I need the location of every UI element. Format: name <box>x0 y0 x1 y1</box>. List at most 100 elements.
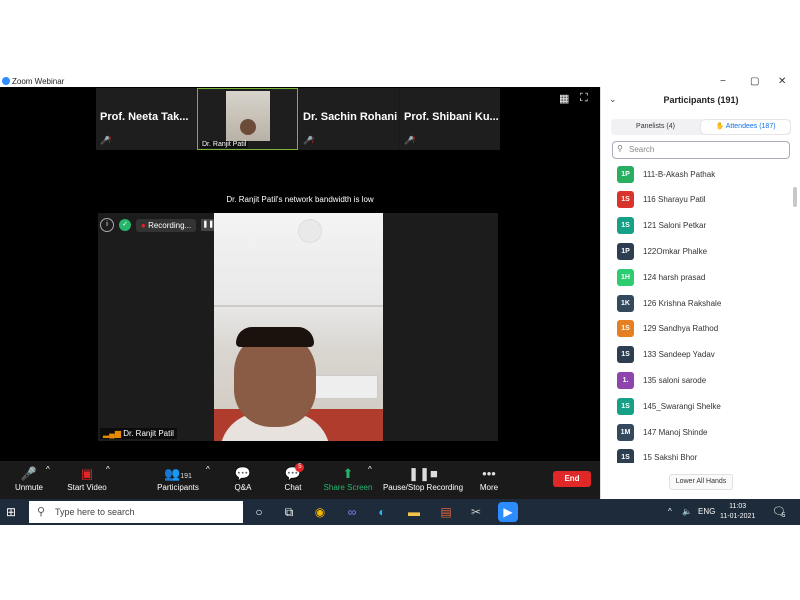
gallery-tile[interactable]: Prof. Shibani Ku... 🎤̸ <box>400 88 500 150</box>
gallery-tile[interactable]: Dr. Sachin Rohani 🎤̸ <box>299 88 399 150</box>
participants-icon: 👥191 <box>164 466 192 481</box>
minimize-button[interactable]: − <box>720 76 726 87</box>
attendee-name: 129 Sandhya Rathod <box>643 324 719 334</box>
notification-count: 5 <box>782 513 786 519</box>
share-options-chevron-icon[interactable]: ^ <box>368 465 372 474</box>
attendee-name: 116 Sharayu Patil <box>643 195 706 205</box>
avatar: 1S <box>617 346 634 364</box>
tile-name: Dr. Sachin Rohani <box>303 111 398 123</box>
infinity-app-icon[interactable]: ∞ <box>342 502 362 522</box>
tile-name: Prof. Shibani Ku... <box>404 111 499 123</box>
unmute-button[interactable]: 🎤 Unmute <box>10 465 48 492</box>
maximize-button[interactable]: ▢ <box>750 76 759 87</box>
video-area: Prof. Neeta Tak... 🎤̸ Dr. Ranjit Patil D… <box>0 87 600 461</box>
avatar: 1. <box>617 371 634 389</box>
avatar: 1S <box>617 449 634 463</box>
shield-icon[interactable]: ✓ <box>119 219 131 231</box>
meeting-toolbar: 🎤 Unmute ^ ▣ Start Video ^ 👥191 Particip… <box>0 461 600 499</box>
participant-tabs: Panelists (4) ✋ Attendees (187) <box>611 119 791 135</box>
snipping-tool-icon[interactable]: ✂ <box>466 502 486 522</box>
end-button[interactable]: End <box>553 471 591 487</box>
start-video-button[interactable]: ▣ Start Video <box>64 465 110 492</box>
attendee-name: 126 Krishna Rakshale <box>643 298 722 308</box>
gallery-tile[interactable]: Prof. Neeta Tak... 🎤̸ <box>96 88 196 150</box>
more-button[interactable]: ••• More <box>474 465 504 492</box>
zoom-logo-icon <box>2 77 10 85</box>
video-options-chevron-icon[interactable]: ^ <box>106 465 110 474</box>
search-input[interactable]: ⚲ Search <box>612 141 790 159</box>
main-video: i ✓ ● Recording... ❚❚ ■ ▂▄▆ Dr. <box>98 213 498 441</box>
list-item[interactable]: 1K 126 Krishna Rakshale <box>617 294 721 312</box>
info-icon[interactable]: i <box>100 218 114 232</box>
qa-button[interactable]: 💬 Q&A <box>228 465 258 492</box>
raised-hand-icon: ✋ <box>715 123 725 130</box>
audio-options-chevron-icon[interactable]: ^ <box>46 465 50 474</box>
recording-indicator: ● Recording... <box>136 218 197 232</box>
pause-stop-icon: ❚❚■ <box>408 466 438 481</box>
chat-button[interactable]: 💬 5 Chat <box>278 463 308 492</box>
participants-button[interactable]: 👥191 Participants <box>155 465 201 492</box>
list-item[interactable]: 1S 129 Sandhya Rathod <box>617 320 718 338</box>
gallery-view-icon[interactable]: ▦ <box>559 92 569 105</box>
zoom-window: Zoom Webinar − ▢ ✕ Prof. Neeta Tak... 🎤̸… <box>0 76 800 525</box>
pause-stop-recording-button[interactable]: ❚❚■ Pause/Stop Recording <box>382 465 464 492</box>
recording-label: Recording... <box>148 220 192 230</box>
avatar: 1P <box>617 165 634 183</box>
attendee-name: 133 Sandeep Yadav <box>643 350 715 360</box>
gallery-tile-active[interactable]: Dr. Ranjit Patil <box>197 88 298 150</box>
list-item[interactable]: 1S 116 Sharayu Patil <box>617 191 706 209</box>
avatar: 1K <box>617 294 634 312</box>
windows-taskbar: ⊞ ⚲ Type here to search ○ ⧉ ◉ ∞ ◐ ▬ ▤ ✂ … <box>0 499 800 525</box>
fullscreen-icon[interactable]: ⛶ <box>580 92 588 105</box>
participants-panel: ⌄ Participants (191) Panelists (4) ✋ Att… <box>600 87 800 499</box>
avatar: 1P <box>617 242 634 260</box>
record-dot-icon: ● <box>141 220 146 230</box>
list-item[interactable]: 1S 133 Sandeep Yadav <box>617 346 715 364</box>
list-item[interactable]: 1M 147 Manoj Shinde <box>617 423 708 441</box>
search-icon: ⚲ <box>617 144 623 153</box>
file-explorer-icon[interactable]: ▬ <box>404 502 424 522</box>
speaker-video <box>214 213 383 441</box>
windows-start-icon[interactable]: ⊞ <box>6 505 16 519</box>
scrollbar[interactable] <box>793 187 797 207</box>
language-indicator[interactable]: ENG <box>698 507 715 516</box>
more-icon: ••• <box>482 466 496 481</box>
list-item[interactable]: 1P 111-B-Akash Pathak <box>617 165 715 183</box>
lower-all-hands-button[interactable]: Lower All Hands <box>669 474 733 490</box>
attendee-name: 122Omkar Phalke <box>643 246 708 256</box>
share-screen-button[interactable]: ⬆ Share Screen <box>322 465 374 492</box>
tab-panelists[interactable]: Panelists (4) <box>611 119 700 135</box>
title-bar: Zoom Webinar − ▢ ✕ <box>0 76 800 87</box>
list-item[interactable]: 1H 124 harsh prasad <box>617 268 705 286</box>
task-view-icon[interactable]: ⧉ <box>279 502 299 522</box>
cortana-icon[interactable]: ○ <box>249 502 269 522</box>
list-item[interactable]: 1S 121 Saloni Petkar <box>617 217 706 235</box>
share-screen-icon: ⬆ <box>342 466 354 481</box>
gallery-strip: Prof. Neeta Tak... 🎤̸ Dr. Ranjit Patil D… <box>96 88 500 150</box>
edge-icon[interactable]: ◐ <box>372 502 392 522</box>
bandwidth-warning: Dr. Ranjit Patil's network bandwidth is … <box>226 195 374 204</box>
tile-name: Prof. Neeta Tak... <box>100 111 189 123</box>
signal-bars-icon: ▂▄▆ <box>103 429 121 438</box>
powerpoint-icon[interactable]: ▤ <box>436 502 456 522</box>
chrome-icon[interactable]: ◉ <box>310 502 330 522</box>
mic-muted-icon: 🎤 <box>20 466 38 481</box>
clock[interactable]: 11:03 11-01-2021 <box>720 502 755 522</box>
list-item[interactable]: 1P 122Omkar Phalke <box>617 242 707 260</box>
list-item[interactable]: 1. 135 saloni sarode <box>617 371 706 389</box>
taskbar-search-input[interactable]: ⚲ Type here to search <box>29 501 243 523</box>
participants-options-chevron-icon[interactable]: ^ <box>206 465 210 474</box>
avatar: 1S <box>617 217 634 235</box>
close-button[interactable]: ✕ <box>778 76 786 87</box>
window-title: Zoom Webinar <box>12 77 65 86</box>
attendee-name: 15 Sakshi Bhor <box>643 453 698 463</box>
attendee-name: 135 saloni sarode <box>643 375 707 385</box>
attendee-name: 147 Manoj Shinde <box>643 427 708 437</box>
list-item[interactable]: 1S 145_Swarangi Shelke <box>617 397 721 415</box>
zoom-taskbar-icon[interactable]: ▶ <box>498 502 518 522</box>
tab-attendees[interactable]: ✋ Attendees (187) <box>701 120 790 134</box>
chevron-up-icon[interactable]: ^ <box>668 507 672 516</box>
avatar: 1S <box>617 320 634 338</box>
list-item[interactable]: 1S 15 Sakshi Bhor <box>617 449 697 463</box>
volume-icon[interactable]: 🔈 <box>682 507 692 516</box>
